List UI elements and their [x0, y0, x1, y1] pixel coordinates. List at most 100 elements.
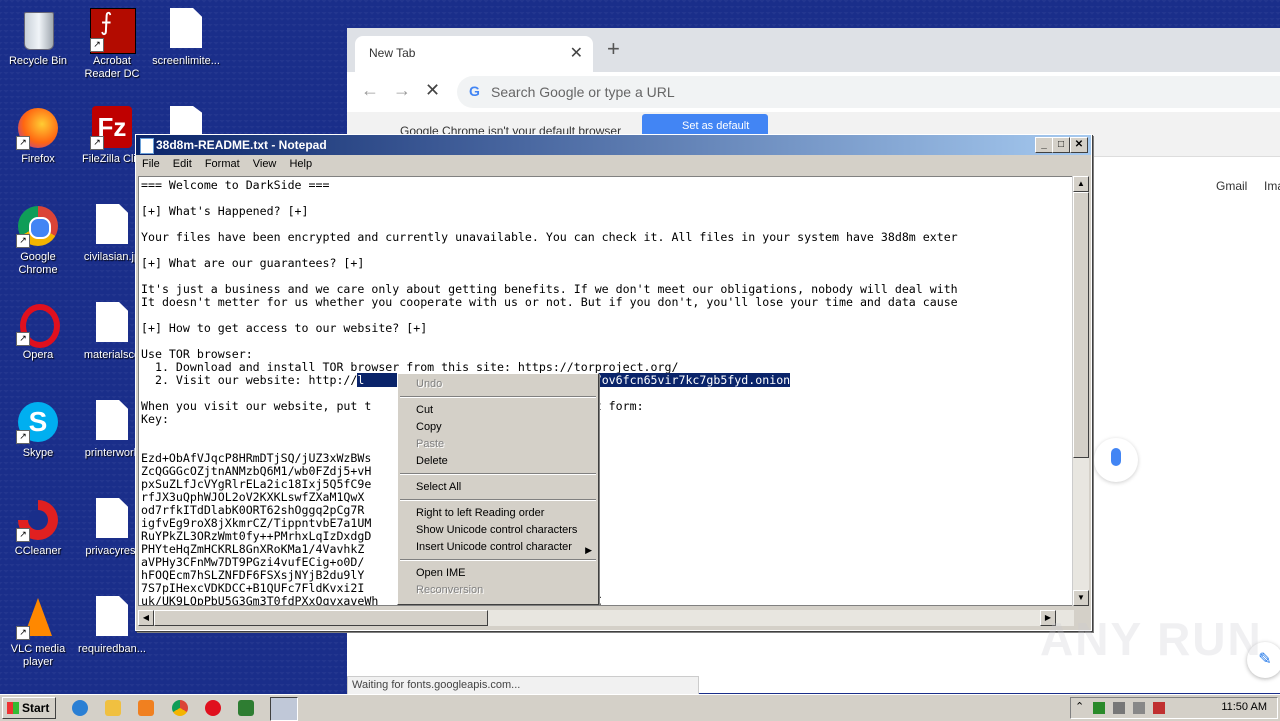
desktop-icon-label: Google Chrome	[18, 251, 58, 276]
gmail-link[interactable]: Gmail	[1216, 179, 1247, 193]
menu-file[interactable]: File	[142, 158, 160, 170]
maximize-button[interactable]: □	[1052, 137, 1070, 153]
minimize-button[interactable]: _	[1035, 137, 1053, 153]
menu-item-rtl-reading-order[interactable]: Right to left Reading order	[416, 507, 544, 519]
stop-loading-icon[interactable]: ✕	[425, 80, 440, 101]
file-icon	[90, 400, 134, 444]
terminal-icon[interactable]	[238, 700, 254, 716]
notepad-title-bar[interactable]: 38d8m-README.txt - Notepad _ □ ✕	[136, 135, 1091, 155]
chrome-toolbar: ← → ✕ G Search Google or type a URL	[347, 72, 1280, 113]
chrome-status-bubble: Waiting for fonts.googleapis.com...	[347, 676, 699, 695]
microphone-icon	[1111, 448, 1121, 466]
menu-item-open-ime[interactable]: Open IME	[416, 567, 466, 579]
scroll-up-icon[interactable]: ▲	[1073, 176, 1089, 192]
desktop-icon-acrobat[interactable]: ⨍ ↗ Acrobat Reader DC	[74, 8, 150, 81]
desktop-icon-label: Acrobat Reader DC	[84, 55, 140, 80]
menu-item-cut[interactable]: Cut	[416, 404, 433, 416]
chrome-icon: ↗	[16, 204, 60, 248]
desktop-icon-opera[interactable]: ↗ Opera	[0, 302, 76, 362]
menu-format[interactable]: Format	[205, 158, 240, 170]
notepad-taskbar-button[interactable]	[270, 697, 298, 721]
window-title: 38d8m-README.txt - Notepad	[156, 138, 327, 152]
clock[interactable]: 11:50 AM	[1221, 701, 1267, 713]
file-icon	[90, 302, 134, 346]
desktop-icon-label: Recycle Bin	[8, 55, 68, 67]
taskbar: Start ⌃ 11:50 AM	[0, 694, 1280, 721]
alert-tray-icon[interactable]	[1153, 702, 1165, 714]
horizontal-scrollbar[interactable]: ◀ ▶	[138, 610, 1074, 626]
tab-title: New Tab	[369, 46, 416, 60]
desktop-icon-label: Opera	[22, 349, 54, 361]
scroll-left-icon[interactable]: ◀	[138, 610, 154, 626]
horizontal-scroll-thumb[interactable]	[154, 610, 488, 626]
chrome-tab[interactable]: New Tab ✕	[355, 36, 593, 72]
opera-icon: ↗	[16, 302, 60, 348]
menu-item-reconversion: Reconversion	[416, 584, 484, 596]
desktop-icon-chrome[interactable]: ↗ Google Chrome	[0, 204, 76, 277]
acrobat-icon: ⨍ ↗	[90, 8, 136, 54]
desktop-icon-label: CCleaner	[14, 545, 62, 557]
notepad-menu-bar: File Edit Format View Help	[136, 155, 1091, 173]
desktop-icon-skype[interactable]: S ↗ Skype	[0, 400, 76, 460]
firefox-icon: ↗	[16, 106, 60, 150]
desktop-icon-ccleaner[interactable]: ↗ CCleaner	[0, 498, 76, 558]
tray-expand-icon[interactable]: ⌃	[1075, 700, 1084, 713]
network-tray-icon[interactable]	[1113, 702, 1125, 714]
skype-icon: S ↗	[16, 400, 60, 444]
notepad-icon	[140, 138, 154, 154]
omnibox[interactable]: G Search Google or type a URL	[457, 76, 1280, 108]
new-tab-button[interactable]: +	[607, 36, 620, 62]
images-link[interactable]: Ima	[1264, 179, 1280, 193]
menu-item-insert-unicode[interactable]: Insert Unicode control character	[416, 541, 572, 553]
menu-separator	[400, 396, 596, 398]
desktop-icon-label: screenlimite...	[152, 55, 220, 67]
system-tray: ⌃ 11:50 AM	[1070, 697, 1278, 719]
internet-explorer-icon[interactable]	[72, 700, 88, 716]
file-icon	[90, 498, 134, 542]
desktop-icon-recycle-bin[interactable]: Recycle Bin	[0, 8, 76, 68]
chrome-taskbar-icon[interactable]	[172, 700, 188, 716]
ccleaner-icon: ↗	[16, 498, 60, 542]
submenu-arrow-icon: ▶	[585, 545, 592, 555]
volume-tray-icon[interactable]	[1133, 702, 1145, 714]
desktop-icon-label: VLC media player	[10, 643, 66, 668]
menu-item-undo: Undo	[416, 378, 443, 390]
menu-item-copy[interactable]: Copy	[416, 421, 442, 433]
forward-arrow-icon[interactable]: →	[393, 80, 411, 101]
desktop-icon-firefox[interactable]: ↗ Firefox	[0, 106, 76, 166]
desktop-icon-screenlimite[interactable]: screenlimite...	[148, 8, 224, 68]
filezilla-icon: Fz ↗	[90, 106, 134, 150]
context-menu: Undo Cut Copy Paste Delete Select All Ri…	[397, 373, 599, 605]
vertical-scrollbar[interactable]: ▲ ▼	[1072, 176, 1089, 606]
opera-taskbar-icon[interactable]	[205, 700, 221, 716]
close-tab-icon[interactable]: ✕	[570, 43, 583, 63]
menu-item-select-all[interactable]: Select All	[416, 481, 461, 493]
vlc-icon: ↗	[16, 596, 60, 640]
file-icon	[90, 596, 134, 640]
file-explorer-icon[interactable]	[105, 700, 121, 716]
menu-edit[interactable]: Edit	[173, 158, 192, 170]
desktop-icon-label: Firefox	[21, 153, 55, 165]
vertical-scroll-thumb[interactable]	[1073, 192, 1089, 458]
menu-item-delete[interactable]: Delete	[416, 455, 448, 467]
close-button[interactable]: ✕	[1070, 137, 1088, 153]
notepad-text-area[interactable]: === Welcome to DarkSide === [+] What's H…	[138, 176, 1075, 606]
back-arrow-icon[interactable]: ←	[361, 80, 379, 101]
desktop-icon-vlc[interactable]: ↗ VLC media player	[0, 596, 76, 669]
notepad-window: 38d8m-README.txt - Notepad _ □ ✕ File Ed…	[135, 134, 1092, 631]
menu-separator	[400, 499, 596, 501]
menu-item-show-unicode[interactable]: Show Unicode control characters	[416, 524, 577, 536]
start-button[interactable]: Start	[2, 697, 56, 719]
omnibox-placeholder: Search Google or type a URL	[491, 84, 675, 100]
scroll-down-icon[interactable]: ▼	[1073, 590, 1089, 606]
menu-item-paste: Paste	[416, 438, 445, 450]
media-player-icon[interactable]	[138, 700, 154, 716]
desktop-icon-label: Skype	[22, 447, 54, 459]
menu-help[interactable]: Help	[289, 158, 312, 170]
security-tray-icon[interactable]	[1093, 702, 1105, 714]
voice-search-button[interactable]	[1094, 438, 1138, 482]
windows-flag-icon	[7, 702, 19, 714]
file-icon	[164, 8, 208, 52]
menu-separator	[400, 473, 596, 475]
menu-view[interactable]: View	[253, 158, 277, 170]
